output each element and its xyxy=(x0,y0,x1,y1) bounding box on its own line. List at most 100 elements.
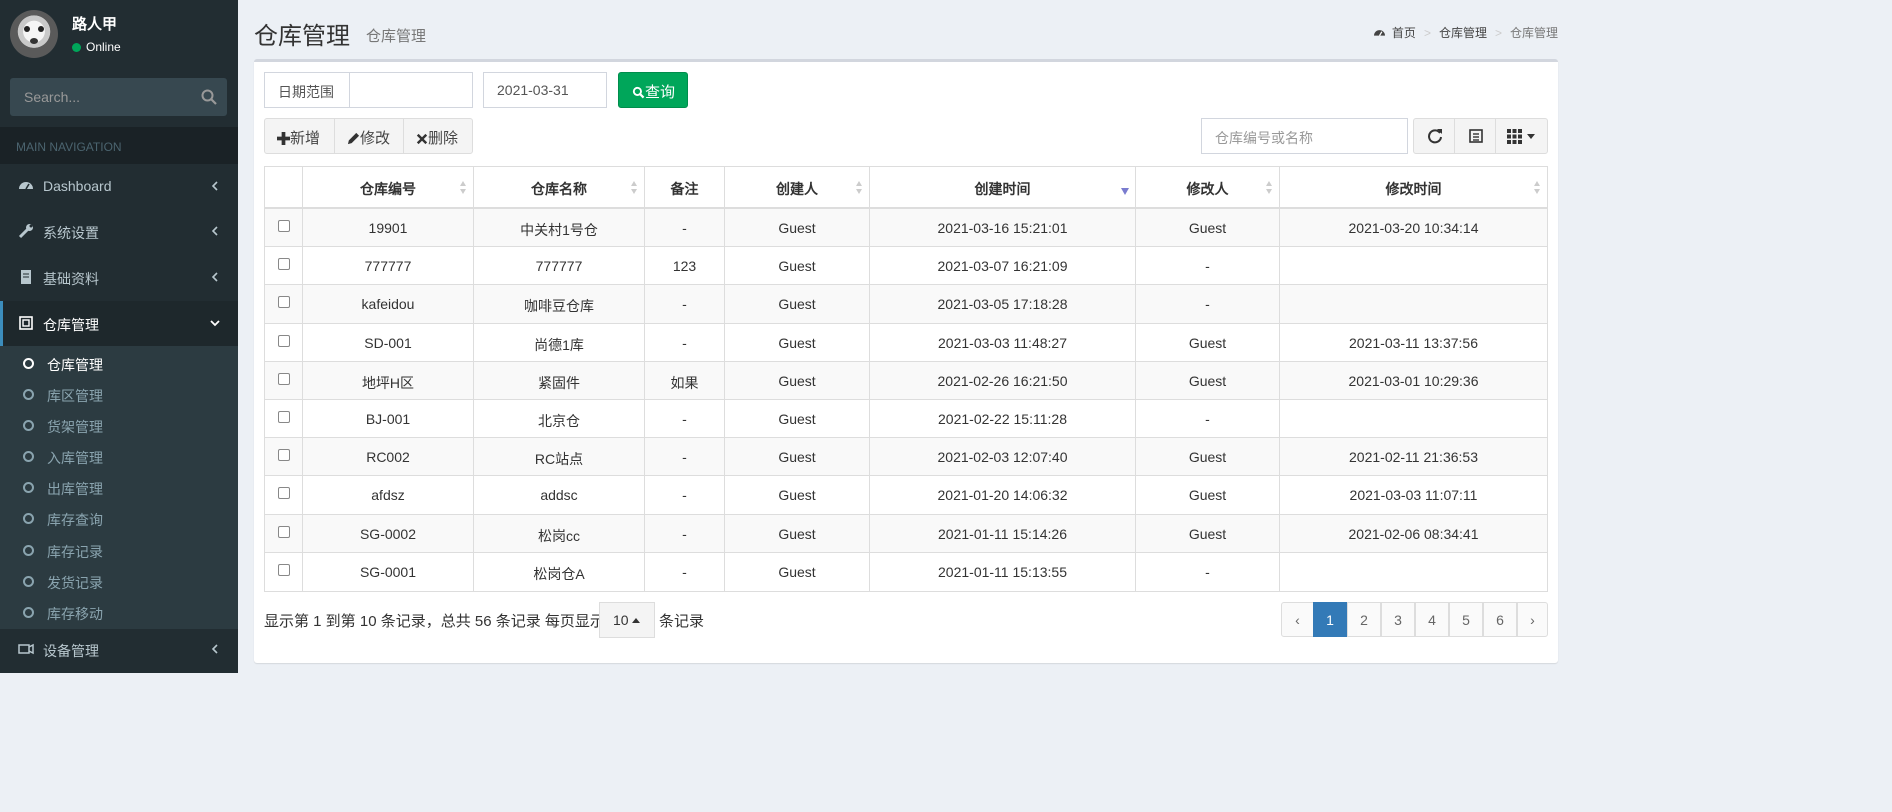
breadcrumb-parent[interactable]: 仓库管理 xyxy=(1439,26,1487,40)
submenu-item-label: 仓库管理 xyxy=(47,357,103,373)
page-subtitle: 仓库管理 xyxy=(366,28,427,45)
row-checkbox[interactable] xyxy=(278,296,290,309)
column-header-code[interactable]: 仓库编号 xyxy=(303,167,474,209)
row-select-cell xyxy=(265,323,303,362)
chevron-down-icon xyxy=(210,320,220,327)
user-panel: 路人甲 Online xyxy=(0,0,238,68)
submenu-item-stock-query[interactable]: 库存查询 xyxy=(0,503,238,534)
table-row[interactable]: 地坪H区 紧固件 如果 Guest 2021-02-26 16:21:50 Guest 20… xyxy=(265,361,1547,400)
breadcrumb-home[interactable]: 首页 xyxy=(1392,26,1416,40)
sidebar-item-dashboard[interactable]: Dashboard xyxy=(0,164,238,209)
sidebar-item-basic-data[interactable]: 基础资料 xyxy=(0,255,238,300)
table-row[interactable]: RC002 RC站点 - Guest 2021-02-03 12:07:40 Guest 2… xyxy=(265,438,1547,477)
book-icon xyxy=(21,270,31,284)
table-row[interactable]: SG-0001 松岗仓A - Guest 2021-01-11 15:13:55- xyxy=(265,552,1547,591)
column-header-modified-time[interactable]: 修改时间 xyxy=(1280,167,1547,209)
table-row[interactable]: 777777 777777 123 Guest 2021-03-07 16:21:09- xyxy=(265,247,1547,286)
row-checkbox[interactable] xyxy=(278,372,290,385)
submenu-item-stock-record[interactable]: 库存记录 xyxy=(0,535,238,566)
query-button[interactable]: 查询 xyxy=(618,72,688,108)
column-header-remark[interactable]: 备注 xyxy=(645,167,725,209)
circle-icon xyxy=(23,358,34,369)
row-checkbox[interactable] xyxy=(278,487,290,500)
submenu-item-label: 入库管理 xyxy=(47,450,103,466)
submenu-item-warehouse[interactable]: 仓库管理 xyxy=(0,348,238,379)
edit-button[interactable]: 修改 xyxy=(334,118,404,154)
columns-button[interactable] xyxy=(1495,118,1548,154)
sidebar-search-input[interactable] xyxy=(11,79,191,115)
column-header-creator[interactable]: 创建人 xyxy=(725,167,870,209)
page-title: 仓库管理 xyxy=(254,23,350,50)
submenu-item-shelf[interactable]: 货架管理 xyxy=(0,410,238,441)
row-checkbox[interactable] xyxy=(278,563,290,576)
search-icon[interactable] xyxy=(200,88,218,106)
column-header-name[interactable]: 仓库名称 xyxy=(474,167,645,209)
page-size-select[interactable]: 10 xyxy=(599,602,655,638)
table-cell: 2021-03-05 17:18:28 xyxy=(870,285,1136,324)
sidebar: 路人甲 Online MAIN NAVIGATION Dashboard 系统设… xyxy=(0,0,238,673)
page-link[interactable]: 3 xyxy=(1381,602,1415,637)
row-checkbox[interactable] xyxy=(278,525,290,538)
sidebar-item-settings[interactable]: 系统设置 xyxy=(0,209,238,254)
column-header-modifier[interactable]: 修改人 xyxy=(1136,167,1280,209)
delete-button[interactable]: 删除 xyxy=(403,118,473,154)
sort-icon xyxy=(460,181,467,195)
row-checkbox[interactable] xyxy=(278,220,290,232)
table-row[interactable]: kafeidou 咖啡豆仓库 - Guest 2021-03-05 17:18:28- xyxy=(265,285,1547,324)
row-checkbox[interactable] xyxy=(278,258,290,271)
row-checkbox[interactable] xyxy=(278,334,290,347)
submenu-item-zone[interactable]: 库区管理 xyxy=(0,379,238,410)
date-start-input[interactable] xyxy=(349,72,473,108)
submenu-item-outbound[interactable]: 出库管理 xyxy=(0,472,238,503)
table-cell: 2021-01-20 14:06:32 xyxy=(870,476,1136,515)
table-row[interactable]: 19901 中关村1号仓 - Guest 2021-03-16 15:21:01 Gues… xyxy=(265,209,1547,248)
table-header: 仓库编号 仓库名称 备注 创建人 创建时间 修改人 修改时间 xyxy=(265,167,1547,209)
add-button[interactable]: 新增 xyxy=(264,118,335,154)
row-checkbox[interactable] xyxy=(278,449,290,462)
table-row[interactable]: SD-001 尚德1库 - Guest 2021-03-03 11:48:27 Guest… xyxy=(265,323,1547,362)
page-next[interactable]: › xyxy=(1517,602,1548,637)
table-row[interactable]: afdsz addsc - Guest 2021-01-20 14:06:32 Guest… xyxy=(265,476,1547,515)
page-link[interactable]: 6 xyxy=(1483,602,1517,637)
user-avatar[interactable] xyxy=(10,10,58,58)
toggle-view-button[interactable] xyxy=(1454,118,1496,154)
breadcrumb-current: 仓库管理 xyxy=(1509,26,1558,40)
submenu-item-inbound[interactable]: 入库管理 xyxy=(0,441,238,472)
table-cell: RC站点 xyxy=(474,438,645,477)
table-row[interactable]: BJ-001 北京仓 - Guest 2021-02-22 15:11:28- xyxy=(265,399,1547,439)
table-cell: SG-0002 xyxy=(303,514,474,553)
table-cell: - xyxy=(1136,552,1280,591)
table-row[interactable]: SG-0002 松岗cc - Guest 2021-01-11 15:14:26 Gues… xyxy=(265,514,1547,553)
row-select-cell xyxy=(265,476,303,515)
page-link[interactable]: 4 xyxy=(1415,602,1449,637)
submenu-item-shipping[interactable]: 发货记录 xyxy=(0,566,238,597)
refresh-button[interactable] xyxy=(1413,118,1455,154)
page-link[interactable]: 1 xyxy=(1313,602,1347,637)
circle-icon xyxy=(23,545,34,556)
sort-icon xyxy=(856,181,863,195)
table-search-input[interactable]: 仓库编号或名称 xyxy=(1201,118,1408,154)
column-header-label: 修改人 xyxy=(1186,181,1229,197)
sidebar-item-label: 系统设置 xyxy=(43,225,99,241)
sidebar-item-device[interactable]: 设备管理 xyxy=(0,627,238,672)
submenu-item-stock-move[interactable]: 库存移动 xyxy=(0,597,238,628)
table-cell: SD-001 xyxy=(303,323,474,362)
circle-icon xyxy=(23,576,34,587)
row-select-cell xyxy=(265,361,303,400)
date-end-input[interactable]: 2021-03-31 xyxy=(483,72,607,108)
page-prev[interactable]: ‹ xyxy=(1281,602,1314,637)
plus-icon xyxy=(277,132,290,145)
column-header-created-time[interactable]: 创建时间 xyxy=(870,167,1136,209)
table-cell: addsc xyxy=(474,476,645,515)
row-checkbox[interactable] xyxy=(278,410,290,423)
row-select-cell xyxy=(265,438,303,477)
row-select-cell xyxy=(265,399,303,438)
page-link[interactable]: 5 xyxy=(1449,602,1483,637)
select-all-column[interactable] xyxy=(265,167,303,209)
table-cell: Guest xyxy=(725,209,870,247)
page-link[interactable]: 2 xyxy=(1347,602,1381,637)
warehouse-icon xyxy=(19,316,33,330)
table-cell xyxy=(1280,553,1547,591)
table-cell: 123 xyxy=(645,247,725,286)
sidebar-item-warehouse[interactable]: 仓库管理 xyxy=(0,301,238,346)
